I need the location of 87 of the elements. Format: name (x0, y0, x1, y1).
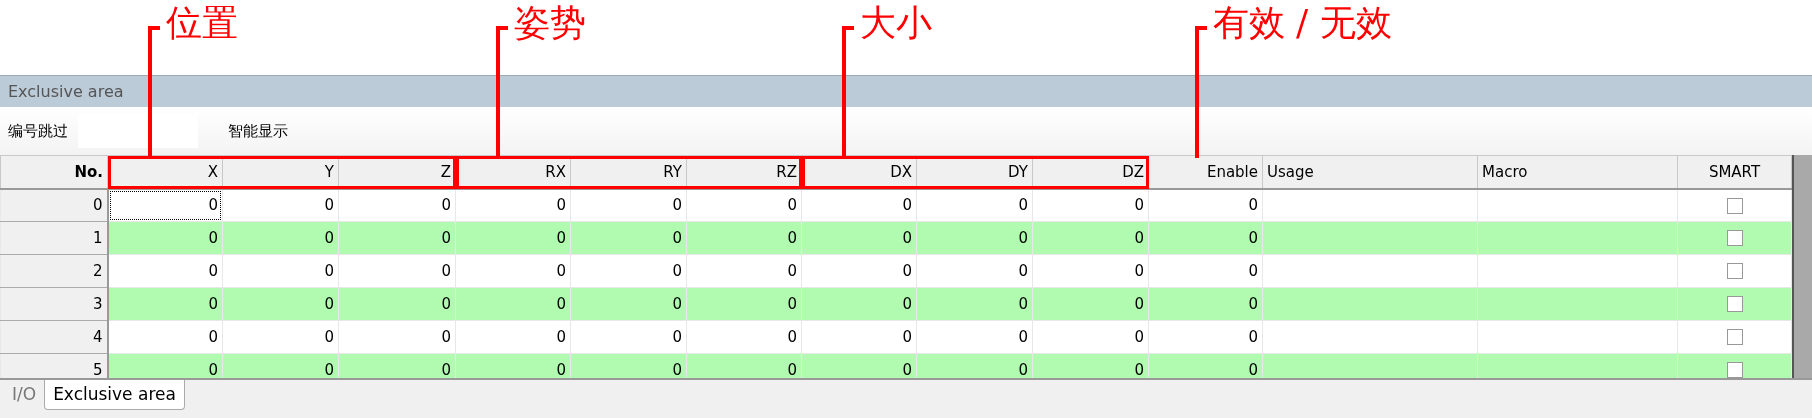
annotation-label: 位置 (165, 1, 238, 45)
table-cell[interactable]: 0 (107, 188, 223, 222)
table-cell[interactable]: 0 (1032, 188, 1149, 222)
table-cell[interactable]: 0 (455, 353, 571, 378)
table-cell[interactable]: 0 (338, 221, 456, 255)
table-cell[interactable]: 0 (801, 221, 917, 255)
table-cell[interactable]: 0 (1032, 287, 1149, 321)
table-cell[interactable]: 0 (107, 320, 223, 354)
checkbox[interactable] (1726, 362, 1743, 378)
row-number: 2 (0, 254, 108, 288)
table-cell[interactable]: 0 (1148, 320, 1263, 354)
table-cell[interactable]: 0 (1032, 254, 1149, 288)
panel-title: Exclusive area (0, 75, 1812, 107)
column-header[interactable]: Enable (1148, 155, 1263, 189)
tab[interactable]: Exclusive area (44, 380, 185, 410)
table-cell[interactable]: 0 (222, 254, 339, 288)
tab[interactable]: I/O (4, 380, 45, 410)
table-cell[interactable]: 0 (686, 188, 802, 222)
column-header[interactable]: No. (0, 155, 108, 189)
table-cell[interactable]: 0 (686, 320, 802, 354)
table-cell[interactable]: 0 (686, 221, 802, 255)
table-cell[interactable]: 0 (916, 221, 1033, 255)
table-cell[interactable]: 0 (686, 254, 802, 288)
table-cell[interactable]: 0 (916, 353, 1033, 378)
table-cell[interactable]: 0 (1148, 287, 1263, 321)
table-cell[interactable]: 0 (455, 287, 571, 321)
table-cell[interactable]: 0 (801, 320, 917, 354)
table-cell[interactable]: 0 (801, 254, 917, 288)
row-number: 4 (0, 320, 108, 354)
table-cell[interactable]: 0 (570, 254, 687, 288)
table-cell[interactable]: 0 (107, 221, 223, 255)
checkbox[interactable] (1726, 230, 1743, 247)
table-cell[interactable]: 0 (916, 287, 1033, 321)
table-cell[interactable]: 0 (222, 221, 339, 255)
row-number: 1 (0, 221, 108, 255)
table-cell[interactable]: 0 (338, 353, 456, 378)
row-number: 5 (0, 353, 108, 378)
column-header[interactable]: SMART (1677, 155, 1792, 189)
table-cell[interactable]: 0 (570, 353, 687, 378)
annotation-label: 姿势 (513, 1, 586, 45)
table-cell[interactable]: 0 (107, 254, 223, 288)
table-cell[interactable]: 0 (1148, 254, 1263, 288)
field-label: 编号跳过 (8, 120, 68, 142)
row-number: 0 (0, 188, 108, 222)
table-cell[interactable]: 0 (222, 353, 339, 378)
table-cell[interactable]: 0 (1032, 320, 1149, 354)
table-cell[interactable]: 0 (686, 287, 802, 321)
table-cell[interactable]: 0 (1148, 353, 1263, 378)
annotation-label: 大小 (859, 1, 932, 45)
checkbox[interactable] (1726, 263, 1743, 280)
table-cell[interactable]: 0 (455, 254, 571, 288)
table-cell[interactable]: 0 (107, 353, 223, 378)
table-cell[interactable]: 0 (801, 188, 917, 222)
table-cell[interactable]: 0 (1032, 221, 1149, 255)
row-number: 3 (0, 287, 108, 321)
table-cell[interactable]: 0 (338, 254, 456, 288)
table-cell[interactable]: 0 (916, 188, 1033, 222)
table-cell[interactable]: 0 (1032, 353, 1149, 378)
table-cell[interactable]: 0 (107, 287, 223, 321)
table-cell[interactable]: 0 (455, 221, 571, 255)
annotation-label: 有效 / 无效 (1212, 1, 1392, 45)
checkbox[interactable] (1726, 296, 1743, 313)
table-cell[interactable]: 0 (801, 287, 917, 321)
table-cell[interactable]: 0 (338, 320, 456, 354)
table-cell[interactable]: 0 (570, 287, 687, 321)
table-cell[interactable]: 0 (1148, 221, 1263, 255)
checkbox[interactable] (1726, 197, 1743, 214)
table-cell[interactable]: 0 (338, 287, 456, 321)
table-cell[interactable]: 0 (570, 188, 687, 222)
scrollbar[interactable] (1792, 155, 1812, 378)
table-cell[interactable]: 0 (455, 188, 571, 222)
table-cell[interactable]: 0 (222, 287, 339, 321)
table-cell[interactable]: 0 (455, 320, 571, 354)
table-cell[interactable]: 0 (338, 188, 456, 222)
column-header[interactable]: Usage (1262, 155, 1478, 189)
table-cell[interactable]: 0 (570, 221, 687, 255)
table-cell[interactable]: 0 (222, 320, 339, 354)
table-cell[interactable]: 0 (222, 188, 339, 222)
column-header[interactable]: Macro (1477, 155, 1678, 189)
table-cell[interactable]: 0 (916, 254, 1033, 288)
display-label: 智能显示 (228, 120, 288, 142)
table-cell[interactable]: 0 (686, 353, 802, 378)
table-cell[interactable]: 0 (801, 353, 917, 378)
table-cell[interactable]: 0 (1148, 188, 1263, 222)
table-cell[interactable]: 0 (916, 320, 1033, 354)
checkbox[interactable] (1726, 329, 1743, 346)
table-cell[interactable]: 0 (570, 320, 687, 354)
